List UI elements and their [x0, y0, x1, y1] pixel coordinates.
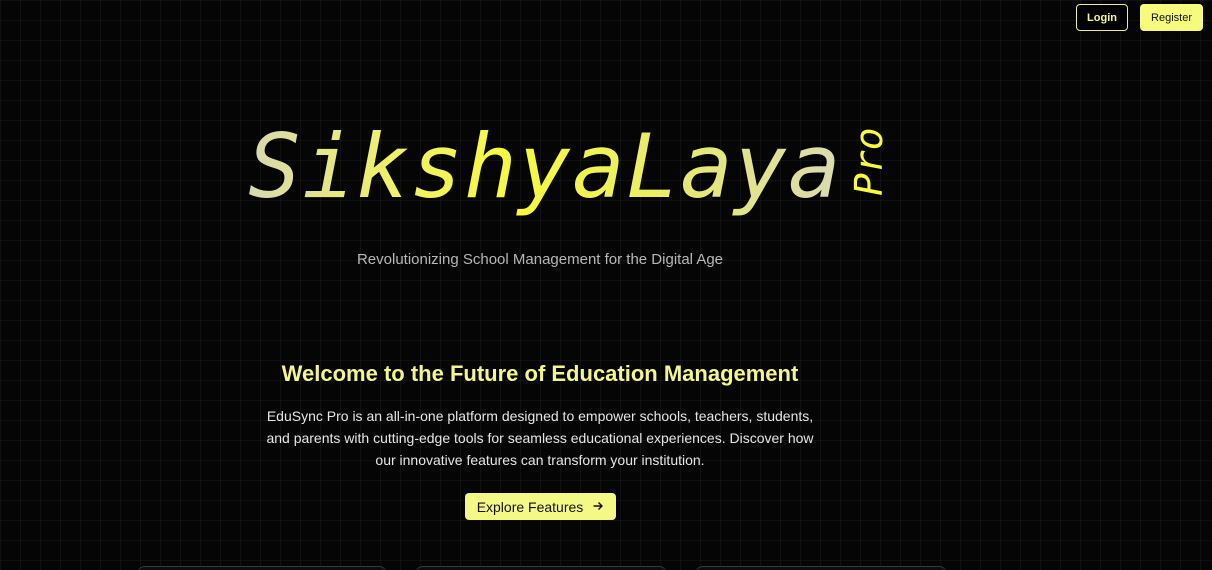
- hero-tagline: Revolutionizing School Management for th…: [356, 251, 724, 268]
- feature-card: [415, 566, 667, 570]
- login-button[interactable]: Login: [1076, 4, 1128, 31]
- feature-card: [137, 566, 387, 570]
- feature-card: [695, 566, 947, 570]
- explore-features-label: Explore Features: [476, 498, 584, 515]
- brand-pro-badge: Pro: [847, 127, 891, 196]
- welcome-heading: Welcome to the Future of Education Manag…: [281, 361, 799, 386]
- explore-features-button[interactable]: Explore Features: [465, 493, 616, 520]
- brand-logo-text: SikshyaLaya: [248, 112, 848, 222]
- intro-description: EduSync Pro is an all-in-one platform de…: [266, 408, 814, 468]
- register-button[interactable]: Register: [1140, 4, 1203, 31]
- landing-page: Login Register SikshyaLaya Pro Revolutio…: [0, 0, 1212, 570]
- arrow-right-icon: [593, 501, 604, 513]
